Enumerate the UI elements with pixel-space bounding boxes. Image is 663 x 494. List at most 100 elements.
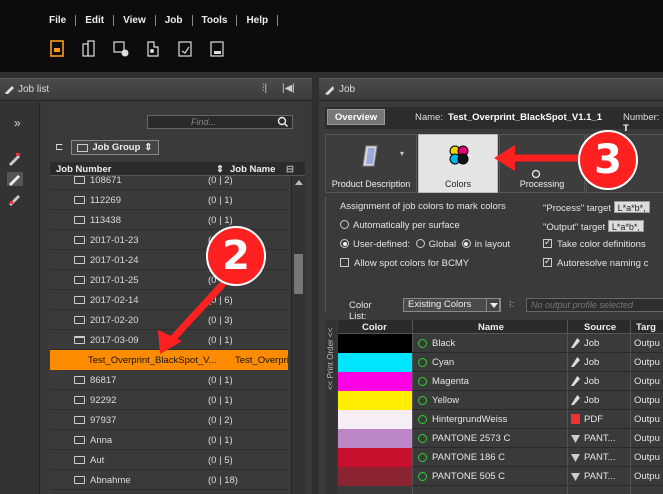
col-job-number[interactable]: Job Number	[56, 164, 111, 175]
take-color-checkbox[interactable]	[543, 237, 552, 248]
job-settings-icon[interactable]	[110, 40, 132, 58]
panel-collapse-icon[interactable]: |◀|	[282, 83, 295, 94]
menu-help[interactable]: Help	[237, 15, 277, 26]
job-processing-icon[interactable]	[142, 40, 164, 58]
job-table-header: Job Number ⇕ Job Name ⊟	[50, 162, 305, 176]
color-row[interactable]: Black Job Outpu	[338, 334, 663, 353]
job-report-icon[interactable]	[174, 40, 196, 58]
global-radio[interactable]	[415, 239, 425, 248]
take-color-option[interactable]: Take color definitions	[543, 237, 646, 250]
tree-toggle-icon[interactable]: ⊏	[55, 142, 63, 153]
menu-view[interactable]: View	[114, 15, 155, 26]
print-order-rail[interactable]: << Print Order <<	[325, 320, 337, 494]
table-row[interactable]: 2017-02-20 (0 | 3)	[50, 310, 288, 330]
table-row[interactable]: Aut (0 | 5)	[50, 450, 288, 470]
color-name: HintergrundWeiss	[432, 414, 508, 425]
overview-tab[interactable]: Overview	[327, 109, 385, 125]
pen-tool-icon[interactable]	[7, 152, 23, 166]
chevron-down-icon[interactable]	[486, 298, 500, 312]
process-target-field[interactable]: L*a*b*,	[613, 201, 650, 213]
color-row[interactable]: Magenta Job Outpu	[338, 372, 663, 391]
color-swatch	[338, 334, 412, 353]
status-ok-icon	[418, 453, 427, 462]
col-color[interactable]: Color	[362, 322, 387, 333]
table-row[interactable]: 97937 (0 | 2)	[50, 410, 288, 430]
output-profile-field[interactable]: No output profile selected	[526, 298, 663, 312]
user-defined-option[interactable]: User-defined: Global in layout	[340, 239, 510, 250]
job-group-row: ⊏ Job Group ⇕	[55, 139, 160, 155]
menu-edit[interactable]: Edit	[76, 15, 113, 26]
sort-icon[interactable]: ⇕	[216, 164, 224, 175]
table-row[interactable]: 92292 (0 | 1)	[50, 390, 288, 410]
auto-per-surface-option[interactable]: Automatically per surface	[340, 220, 460, 231]
expand-rail-icon[interactable]: »	[14, 116, 21, 130]
table-row[interactable]: 86817 (0 | 1)	[50, 370, 288, 390]
job-number-label: Number: T	[623, 112, 660, 134]
pen-tool-active-icon[interactable]	[7, 172, 23, 186]
table-row[interactable]: 113438 (0 | 1)	[50, 210, 288, 230]
processing-icon	[531, 169, 541, 179]
search-icon[interactable]	[274, 115, 292, 129]
table-row-selected[interactable]: Test_Overprint_BlackSpot_V... Test_Overpr…	[50, 350, 288, 370]
allow-spot-option[interactable]: Allow spot colors for BCMY	[340, 258, 469, 269]
colors-icon	[449, 145, 469, 165]
job-icon	[571, 357, 580, 367]
new-job-icon[interactable]	[46, 40, 68, 58]
dropdown-icon[interactable]: ▾	[400, 149, 404, 158]
job-list-title: Job list	[18, 84, 50, 95]
tab-processing[interactable]: Processing	[499, 134, 585, 193]
color-swatch	[338, 372, 412, 391]
autoresolve-checkbox[interactable]	[543, 256, 552, 267]
output-target-field[interactable]: L*a*b*,	[607, 220, 644, 232]
job-structure-icon[interactable]	[78, 40, 100, 58]
table-row[interactable]: 2017-03-09 (0 | 1)	[50, 330, 288, 350]
menu-file[interactable]: File	[40, 15, 75, 26]
find-input[interactable]: Find...	[147, 115, 293, 129]
menu-job[interactable]: Job	[156, 15, 192, 26]
color-source: PANT...	[584, 471, 616, 482]
scrollbar-thumb[interactable]	[294, 254, 303, 294]
panel-split-icon[interactable]: ⫶|	[262, 83, 267, 94]
auto-radio[interactable]	[340, 220, 349, 229]
color-row[interactable]: PANTONE 2573 C PANT... Outpu	[338, 429, 663, 448]
job-group-select[interactable]: Job Group ⇕	[71, 139, 160, 155]
autoresolve-option[interactable]: Autoresolve naming c	[543, 256, 648, 269]
col-name[interactable]: Name	[478, 322, 504, 333]
color-row[interactable]: PANTONE 186 C PANT... Outpu	[338, 448, 663, 467]
menu-tools[interactable]: Tools	[193, 15, 237, 26]
color-row[interactable]: Yellow Job Outpu	[338, 391, 663, 410]
table-row[interactable]: Abnahme (0 | 18)	[50, 470, 288, 490]
col-source[interactable]: Source	[584, 322, 616, 333]
tab-colors[interactable]: Colors	[418, 134, 498, 193]
job-list-scrollbar[interactable]	[291, 176, 305, 494]
scroll-up-icon[interactable]	[295, 180, 303, 185]
job-log-icon[interactable]	[206, 40, 228, 58]
color-target: Outpu	[634, 471, 660, 482]
color-row[interactable]: PANTONE 505 C PANT... Outpu	[338, 467, 663, 486]
color-list-label: Color List:	[349, 300, 372, 322]
pen-icon	[5, 86, 14, 94]
user-defined-radio[interactable]	[340, 239, 349, 248]
in-layout-radio[interactable]	[461, 239, 471, 248]
folder-icon	[74, 296, 85, 304]
color-assignment-settings: Assignment of job colors to mark colors …	[325, 197, 663, 312]
col-target[interactable]: Targ	[636, 322, 656, 333]
pen-tool-alt-icon[interactable]	[7, 192, 23, 206]
table-row[interactable]: 2017-02-14 (0 | 6)	[50, 290, 288, 310]
color-name: PANTONE 186 C	[432, 452, 506, 463]
allow-spot-checkbox[interactable]	[340, 258, 349, 267]
table-row[interactable]: 112269 (0 | 1)	[50, 190, 288, 210]
color-row[interactable]: HintergrundWeiss PDF Outpu	[338, 410, 663, 429]
color-row[interactable]: Cyan Job Outpu	[338, 353, 663, 372]
prinect-app-window: File Edit View Job Tools Help Job list ⫶…	[0, 0, 663, 494]
color-target: Outpu	[634, 338, 660, 349]
column-chooser-icon[interactable]: ⊟	[286, 164, 294, 175]
folder-icon	[74, 216, 85, 224]
color-swatch	[338, 429, 412, 448]
table-row[interactable]: Anna (0 | 1)	[50, 430, 288, 450]
folder-icon	[74, 436, 85, 444]
tab-product-description[interactable]: ▾ Product Description	[325, 134, 417, 193]
assignment-label: Assignment of job colors to mark colors	[340, 201, 506, 212]
table-row[interactable]: 108671 (0 | 2)	[50, 176, 288, 190]
col-job-name[interactable]: Job Name	[230, 164, 275, 175]
